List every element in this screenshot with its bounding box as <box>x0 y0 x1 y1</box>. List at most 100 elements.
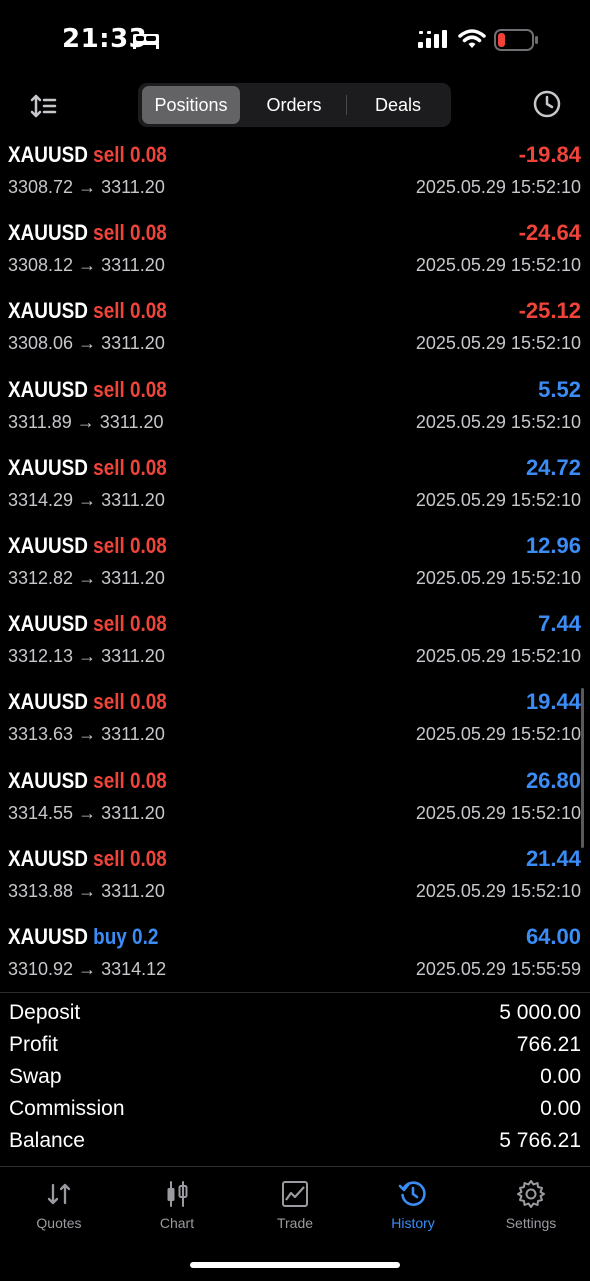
deal-time: 2025.05.29 15:52:10 <box>415 333 581 354</box>
deal-row[interactable]: XAUUSD buy 0.2 64.00 3310.92 → 3314.12 2025… <box>0 922 590 1000</box>
deal-profit: 64.00 <box>525 923 581 949</box>
tab-label: Trade <box>276 1215 314 1231</box>
deal-symbol: XAUUSD <box>8 923 88 949</box>
open-price: 3312.13 <box>8 646 74 667</box>
deal-row[interactable]: XAUUSD sell 0.08 26.80 3314.55 → 3311.20 20… <box>0 766 590 844</box>
tab-quotes[interactable]: Quotes <box>0 1167 118 1237</box>
deal-symbol: XAUUSD <box>8 611 88 637</box>
sleep-focus-icon <box>133 34 159 49</box>
open-price: 3308.12 <box>8 255 74 276</box>
deal-time: 2025.05.29 15:55:59 <box>415 958 581 979</box>
deal-row[interactable]: XAUUSD sell 0.08 21.44 3313.88 → 3311.20 20… <box>0 844 590 922</box>
tab-label: Chart <box>159 1215 195 1231</box>
arrow-right-icon: → <box>73 958 102 979</box>
arrow-right-icon: → <box>73 255 102 276</box>
segment-positions[interactable]: Positions <box>142 86 240 124</box>
scrollbar[interactable] <box>581 688 584 848</box>
summary-value: 0.00 <box>540 1097 581 1120</box>
deal-row[interactable]: XAUUSD sell 0.08 -24.64 3308.12 → 3311.20 2… <box>0 218 590 296</box>
history-icon <box>398 1181 426 1206</box>
summary-label: Deposit <box>9 1001 81 1024</box>
history-toolbar: Positions Orders Deals <box>0 80 590 132</box>
segment-orders[interactable]: Orders <box>244 86 344 124</box>
quotes-icon <box>47 1183 71 1205</box>
close-price: 3311.20 <box>101 724 165 745</box>
open-price: 3314.29 <box>8 489 74 510</box>
sort-icon[interactable] <box>30 92 58 120</box>
deal-time: 2025.05.29 15:52:10 <box>415 411 581 432</box>
deal-title: XAUUSD sell 0.08 <box>8 611 167 637</box>
open-price: 3308.06 <box>8 333 74 354</box>
tab-chart[interactable]: Chart <box>118 1167 236 1237</box>
trade-icon <box>282 1181 308 1207</box>
deal-direction: sell 0.08 <box>93 611 167 637</box>
deal-prices: 3314.29 → 3311.20 <box>8 490 165 511</box>
deal-direction: sell 0.08 <box>93 532 167 558</box>
deal-symbol: XAUUSD <box>8 767 88 793</box>
home-indicator[interactable] <box>190 1262 400 1268</box>
clock-icon[interactable] <box>532 89 562 119</box>
deal-row[interactable]: XAUUSD sell 0.08 -19.84 3308.72 → 3311.20 2… <box>0 140 590 218</box>
tab-trade[interactable]: Trade <box>236 1167 354 1237</box>
deal-profit: -24.64 <box>518 220 581 246</box>
deal-symbol: XAUUSD <box>8 376 88 402</box>
deal-prices: 3310.92 → 3314.12 <box>8 959 166 980</box>
arrow-right-icon: → <box>73 567 102 588</box>
deal-time: 2025.05.29 15:52:10 <box>415 489 581 510</box>
summary-divider <box>0 992 590 993</box>
summary-value: 0.00 <box>540 1065 581 1088</box>
deal-time: 2025.05.29 15:52:10 <box>415 567 581 588</box>
deal-row[interactable]: XAUUSD sell 0.08 5.52 3311.89 → 3311.20 202… <box>0 375 590 453</box>
deal-row[interactable]: XAUUSD sell 0.08 -25.12 3308.06 → 3311.20 2… <box>0 296 590 374</box>
close-price: 3311.20 <box>101 255 165 276</box>
summary-row-deposit: Deposit 5 000.00 <box>0 998 590 1030</box>
close-price: 3311.20 <box>99 411 164 432</box>
tab-history[interactable]: History <box>354 1167 472 1237</box>
deal-direction: buy 0.2 <box>93 923 159 949</box>
open-price: 3308.72 <box>8 177 74 197</box>
deal-profit: 7.44 <box>538 611 581 637</box>
deal-title: XAUUSD sell 0.08 <box>8 846 167 872</box>
arrow-right-icon: → <box>73 724 102 745</box>
deal-row[interactable]: XAUUSD sell 0.08 7.44 3312.13 → 3311.20 202… <box>0 609 590 687</box>
deal-title: XAUUSD sell 0.08 <box>8 298 167 324</box>
close-price: 3311.20 <box>101 646 165 667</box>
deal-row[interactable]: XAUUSD sell 0.08 24.72 3314.29 → 3311.20 20… <box>0 453 590 531</box>
deals-list[interactable]: XAUUSD sell 0.08 -19.84 3308.72 → 3311.20 2… <box>0 140 590 1000</box>
summary-label: Swap <box>9 1065 62 1088</box>
open-price: 3314.55 <box>8 802 74 823</box>
close-price: 3314.12 <box>101 958 167 979</box>
deal-profit: -25.12 <box>518 298 581 324</box>
arrow-right-icon: → <box>73 880 102 901</box>
summary-value: 766.21 <box>516 1033 581 1056</box>
arrow-right-icon: → <box>73 802 102 823</box>
deal-direction: sell 0.08 <box>93 845 167 871</box>
deal-time: 2025.05.29 15:52:10 <box>415 255 581 276</box>
deal-prices: 3312.13 → 3311.20 <box>8 646 165 667</box>
deal-direction: sell 0.08 <box>93 220 167 246</box>
segmented-control: Positions Orders Deals <box>138 83 451 127</box>
arrow-right-icon: → <box>73 333 102 354</box>
deal-row[interactable]: XAUUSD sell 0.08 12.96 3312.82 → 3311.20 20… <box>0 531 590 609</box>
close-price: 3311.20 <box>101 567 165 588</box>
deal-symbol: XAUUSD <box>8 454 88 480</box>
segment-deals[interactable]: Deals <box>348 86 448 124</box>
deal-prices: 3311.89 → 3311.20 <box>8 412 163 433</box>
deal-prices: 3312.82 → 3311.20 <box>8 568 165 589</box>
deal-symbol: XAUUSD <box>8 845 88 871</box>
deal-profit: 12.96 <box>525 532 581 558</box>
summary-value: 5 766.21 <box>499 1129 581 1152</box>
cellular-signal-icon <box>418 30 447 48</box>
deal-profit: 26.80 <box>525 767 581 793</box>
deal-prices: 3313.88 → 3311.20 <box>8 881 165 902</box>
summary-row-commission: Commission 0.00 <box>0 1094 590 1126</box>
deal-title: XAUUSD sell 0.08 <box>8 768 167 794</box>
deal-title: XAUUSD sell 0.08 <box>8 220 167 246</box>
summary-value: 5 000.00 <box>499 1001 581 1024</box>
tab-settings[interactable]: Settings <box>472 1167 590 1237</box>
deal-time: 2025.05.29 15:52:10 <box>415 177 581 197</box>
open-price: 3313.88 <box>8 880 74 901</box>
deal-row[interactable]: XAUUSD sell 0.08 19.44 3313.63 → 3311.20 20… <box>0 687 590 765</box>
summary-label: Profit <box>9 1033 59 1056</box>
open-price: 3313.63 <box>8 724 74 745</box>
